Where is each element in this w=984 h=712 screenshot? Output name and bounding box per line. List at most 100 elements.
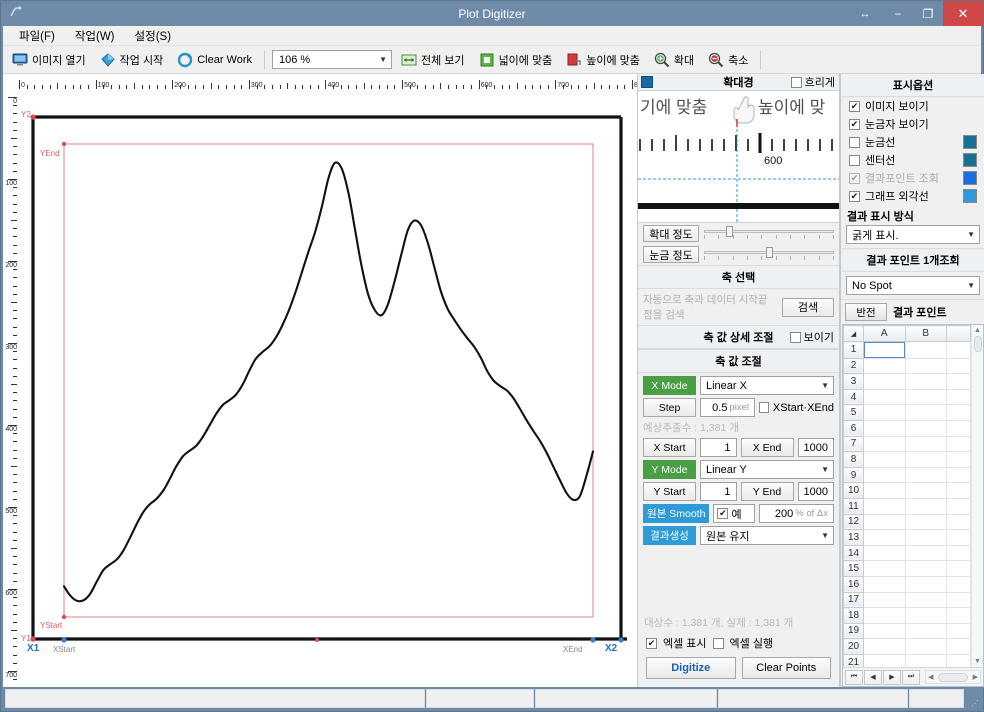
show-image-checkbox[interactable] — [849, 100, 860, 112]
excel-show-checkbox[interactable] — [646, 637, 657, 649]
grid-cell-extra[interactable] — [946, 591, 971, 609]
clear-work-button[interactable]: Clear Work — [172, 50, 257, 70]
tick-level-button[interactable]: 눈금 정도 — [643, 246, 699, 263]
fit-all-button[interactable]: 전체 보기 — [396, 50, 470, 70]
smooth-checkbox[interactable] — [717, 508, 729, 519]
table-row[interactable]: 16 — [843, 575, 971, 593]
grid-cell-A5[interactable] — [863, 404, 906, 421]
table-row[interactable]: 18 — [843, 607, 971, 624]
grid-cell-B19[interactable] — [904, 622, 947, 640]
row-header[interactable]: 9 — [843, 466, 864, 484]
zoom-level-select[interactable]: 106 % ▼ — [272, 50, 393, 69]
step-input[interactable]: 0.5 pixel — [700, 398, 755, 417]
table-row[interactable]: 4 — [843, 388, 971, 406]
x-end-label[interactable]: X End — [740, 438, 794, 457]
zoom-level-button[interactable]: 확대 정도 — [643, 225, 699, 242]
row-header[interactable]: 11 — [843, 497, 864, 515]
row-header[interactable]: 1 — [843, 341, 864, 359]
grid-cell-extra[interactable] — [946, 435, 971, 453]
row-header[interactable]: 20 — [843, 638, 864, 655]
grid-cell-extra[interactable] — [946, 388, 971, 406]
grid-cell-A1[interactable] — [864, 342, 905, 358]
row-header[interactable]: 19 — [843, 622, 864, 640]
smooth-tag[interactable]: 원본 Smooth — [643, 504, 710, 523]
result-style-select[interactable]: 굵게 표시. ▼ — [846, 225, 980, 244]
table-row[interactable]: 21 — [843, 653, 971, 667]
grid-cell-A2[interactable] — [863, 357, 906, 375]
grid-cell-A19[interactable] — [863, 622, 906, 640]
row-header[interactable]: 10 — [843, 482, 864, 499]
result-grid-table[interactable]: ◢AB1234567891011121314151617181920212223… — [843, 325, 971, 667]
spot-select[interactable]: No Spot ▼ — [846, 276, 980, 295]
grid-cell-extra[interactable] — [946, 341, 971, 359]
x-end-input[interactable]: 1000 — [797, 438, 834, 457]
row-header[interactable]: 21 — [843, 653, 864, 667]
scroll-left-icon[interactable]: ◀ — [928, 673, 933, 681]
blur-toggle[interactable]: 흐리게 — [790, 74, 835, 90]
option-graph-outline[interactable]: 그래프 외각선 — [841, 187, 984, 205]
grid-cell-B7[interactable] — [904, 435, 947, 453]
clear-points-button[interactable]: Clear Points — [741, 657, 831, 679]
excel-run-checkbox[interactable] — [712, 637, 724, 649]
grid-cell-B17[interactable] — [904, 591, 947, 609]
option-show-ruler[interactable]: 눈금자 보이기 — [841, 115, 984, 133]
grid-cell-B11[interactable] — [904, 497, 947, 515]
grid-cell-A3[interactable] — [863, 373, 906, 390]
smooth-yes-toggle[interactable]: 예 — [713, 504, 756, 523]
result-grid-vscrollbar[interactable]: ▲ ▼ — [971, 325, 983, 667]
grid-cell-extra[interactable] — [946, 638, 971, 655]
grid-cell-extra[interactable] — [946, 529, 971, 546]
y-end-input[interactable]: 1000 — [797, 482, 834, 501]
grid-cell-extra[interactable] — [946, 513, 971, 531]
show-ruler-checkbox[interactable] — [849, 118, 860, 130]
grid-cell-B20[interactable] — [904, 638, 947, 655]
grid-cell-A20[interactable] — [863, 638, 906, 655]
result-grid[interactable]: ◢AB1234567891011121314151617181920212223… — [842, 324, 984, 687]
option-gridline[interactable]: 눈금선 — [841, 133, 984, 151]
row-header[interactable]: 2 — [843, 357, 864, 375]
grid-cell-B21[interactable] — [904, 653, 947, 667]
graph-outline-color-swatch[interactable] — [963, 189, 977, 203]
row-header[interactable]: 6 — [843, 419, 864, 437]
grid-cell-extra[interactable] — [946, 482, 971, 499]
xstart-xend-checkbox[interactable] — [759, 402, 769, 413]
axis-detail-show-checkbox[interactable] — [789, 331, 801, 343]
table-row[interactable]: 13 — [843, 529, 971, 546]
grid-cell-B4[interactable] — [904, 388, 947, 406]
zoom-in-button[interactable]: 확대 — [649, 50, 699, 70]
table-row[interactable]: 17 — [843, 591, 971, 609]
grid-cell-B13[interactable] — [904, 529, 947, 546]
column-header-b[interactable]: B — [904, 325, 947, 342]
table-row[interactable]: 11 — [843, 497, 971, 515]
table-row[interactable]: 5 — [843, 404, 971, 421]
grid-cell-A13[interactable] — [863, 529, 906, 546]
row-header[interactable]: 4 — [843, 388, 864, 406]
tick-level-slider[interactable] — [704, 246, 834, 263]
row-header[interactable]: 8 — [843, 451, 864, 468]
tick-slider-thumb[interactable] — [766, 247, 774, 258]
table-row[interactable]: 7 — [843, 435, 971, 453]
vscroll-thumb[interactable] — [973, 336, 982, 352]
option-centerline[interactable]: 센터선 — [841, 151, 984, 169]
grid-cell-B2[interactable] — [904, 357, 947, 375]
grid-corner-icon[interactable]: ◢ — [843, 325, 864, 342]
result-grid-hscrollbar[interactable]: ◀ ▶ — [925, 670, 981, 684]
open-image-button[interactable]: 이미지 열기 — [7, 50, 91, 70]
x-start-label[interactable]: X Start — [643, 438, 696, 457]
grid-cell-B3[interactable] — [904, 373, 947, 390]
gridline-color-swatch[interactable] — [963, 135, 977, 149]
result-gen-tag[interactable]: 결과생성 — [643, 526, 696, 545]
grid-cell-A18[interactable] — [863, 607, 906, 624]
grid-cell-B1[interactable] — [904, 341, 947, 359]
table-row[interactable]: 19 — [843, 622, 971, 640]
digitize-button[interactable]: Digitize — [646, 657, 736, 679]
axis-detail-show-toggle[interactable]: 보이기 — [789, 329, 834, 345]
nav-prev-button[interactable]: ◀ — [864, 669, 882, 685]
row-header[interactable]: 5 — [843, 404, 864, 421]
row-header[interactable]: 18 — [843, 607, 864, 624]
grid-cell-A9[interactable] — [863, 466, 906, 484]
x-start-input[interactable]: 1 — [700, 438, 737, 457]
fit-height-button[interactable]: 높이에 맞춤 — [561, 50, 645, 70]
table-row[interactable]: 12 — [843, 513, 971, 531]
grid-cell-B8[interactable] — [904, 451, 947, 468]
